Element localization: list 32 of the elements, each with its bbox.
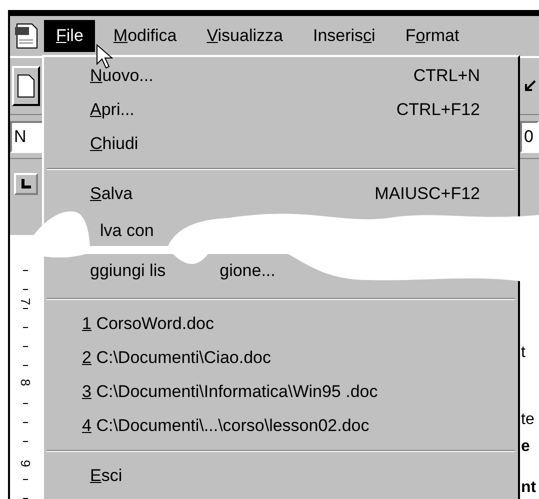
tab-stop-icon bbox=[21, 179, 31, 189]
menu-item-fragment: ggiungi lis bbox=[90, 261, 166, 281]
document-text: nt bbox=[521, 478, 536, 498]
menu-item[interactable]: Nuovo... CTRL+N bbox=[44, 59, 518, 93]
document-icon bbox=[17, 74, 35, 98]
menu-item[interactable]: Esci bbox=[44, 459, 518, 493]
menu-title[interactable]: Visualizza bbox=[194, 20, 295, 52]
menu-title[interactable]: File bbox=[44, 20, 96, 52]
recent-file-item[interactable]: 3 C:\Documenti\Informatica\Win95 .doc bbox=[44, 375, 518, 409]
document-icon[interactable] bbox=[14, 22, 40, 50]
menu-title[interactable]: Inserisci bbox=[300, 20, 388, 52]
document-text: e bbox=[521, 437, 530, 457]
document-text: te bbox=[521, 410, 534, 430]
tab-stop-button[interactable] bbox=[14, 173, 38, 195]
menu-title[interactable]: Format bbox=[393, 20, 472, 52]
menu-title[interactable]: Modifica bbox=[101, 20, 189, 52]
new-document-button[interactable] bbox=[12, 66, 40, 106]
shortcut-label: CTRL+F12 bbox=[396, 100, 480, 120]
arrow-icon[interactable] bbox=[524, 80, 536, 92]
menu-item[interactable]: Chiudi bbox=[44, 127, 518, 161]
recent-file-item[interactable]: 2 C:\Documenti\Ciao.doc bbox=[44, 341, 518, 375]
menu-item[interactable]: Apri... CTRL+F12 bbox=[44, 93, 518, 127]
menu-item-fragment: gione... bbox=[220, 261, 276, 281]
recent-file-item[interactable]: 4 C:\Documenti\...\corso\lesson02.doc bbox=[44, 409, 518, 443]
recent-file-item[interactable]: 1 CorsoWord.doc bbox=[44, 307, 518, 341]
font-size-field[interactable]: 0 bbox=[520, 120, 539, 152]
style-field[interactable]: N bbox=[10, 120, 44, 152]
menu-item-fragment: lva con bbox=[100, 221, 154, 241]
document-text: t bbox=[521, 343, 526, 363]
menu-item[interactable]: Salva MAIUSC+F12 bbox=[44, 177, 518, 211]
shortcut-label: CTRL+N bbox=[413, 66, 480, 86]
shortcut-label: MAIUSC+F12 bbox=[374, 184, 480, 204]
